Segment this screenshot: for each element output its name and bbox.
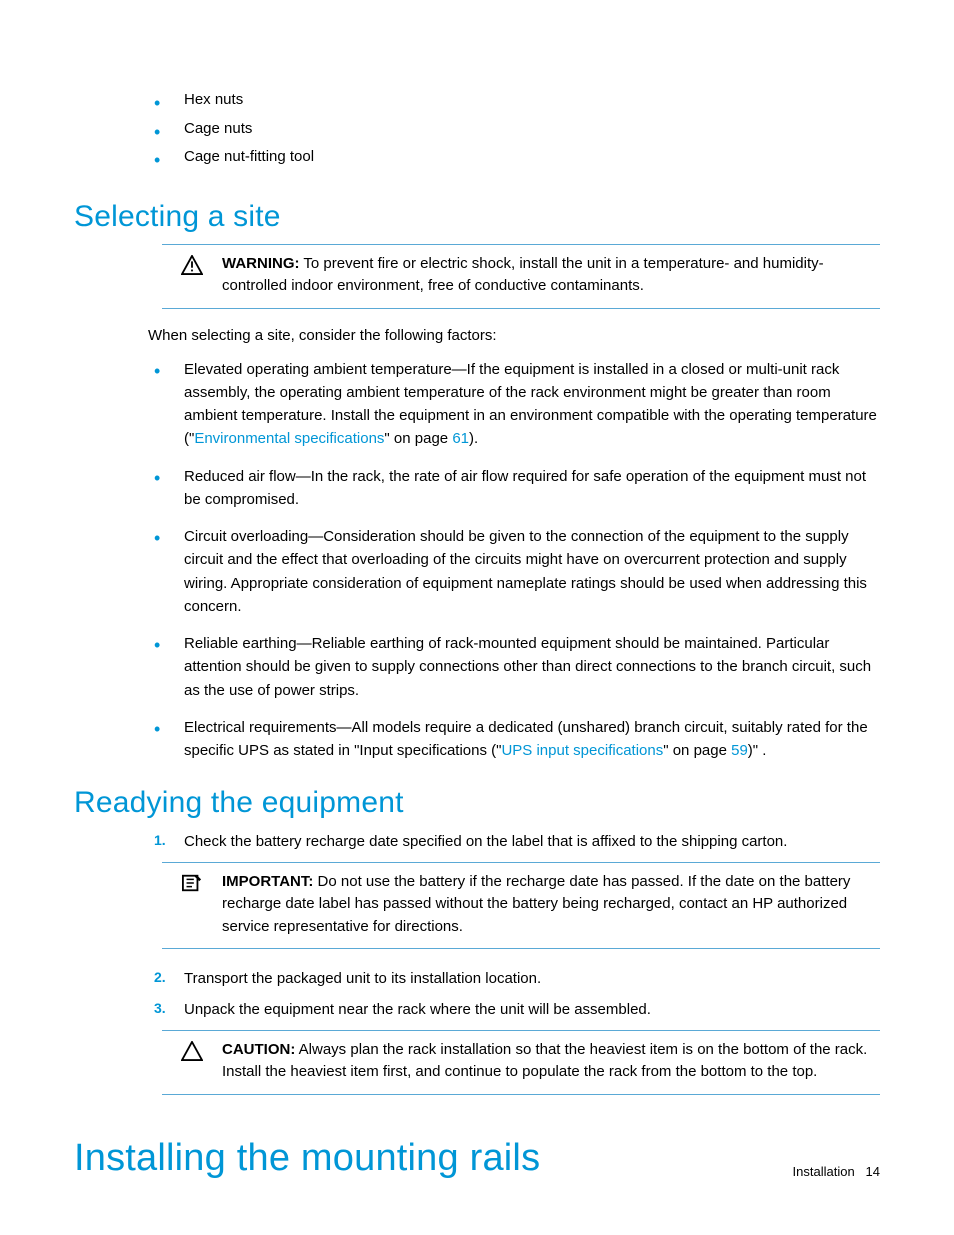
step-text: Transport the packaged unit to its insta… xyxy=(184,970,541,987)
list-item: Reduced air flow—In the rack, the rate o… xyxy=(154,465,880,512)
link-env-specs[interactable]: Environmental specifications xyxy=(194,430,384,447)
link-ups-specs[interactable]: UPS input specifications xyxy=(501,742,663,759)
heading-selecting-site: Selecting a site xyxy=(74,200,880,234)
factor-text: ). xyxy=(469,430,478,447)
factor-text: " on page xyxy=(384,430,452,447)
caution-label: CAUTION: xyxy=(222,1041,295,1058)
important-label: IMPORTANT: xyxy=(222,873,313,890)
warning-body: To prevent fire or electric shock, insta… xyxy=(222,255,824,295)
factor-text: " on page xyxy=(663,742,731,759)
step-number: 2. xyxy=(154,967,166,989)
link-page-61[interactable]: 61 xyxy=(452,430,469,447)
warning-text: WARNING: To prevent fire or electric sho… xyxy=(222,253,880,298)
footer-section: Installation xyxy=(793,1164,855,1179)
heading-installing-rails: Installing the mounting rails xyxy=(74,1137,880,1180)
important-text: IMPORTANT: Do not use the battery if the… xyxy=(222,871,880,939)
factor-text: )" . xyxy=(748,742,767,759)
warning-icon xyxy=(162,253,222,275)
list-item: Cage nuts xyxy=(154,115,880,144)
document-page: Hex nuts Cage nuts Cage nut-fitting tool… xyxy=(0,0,954,1235)
heading-readying-equipment: Readying the equipment xyxy=(74,786,880,820)
page-footer: Installation 14 xyxy=(793,1164,880,1179)
link-page-59[interactable]: 59 xyxy=(731,742,748,759)
list-item: Electrical requirements—All models requi… xyxy=(154,716,880,763)
list-item: 1. Check the battery recharge date speci… xyxy=(154,830,880,853)
factors-intro: When selecting a site, consider the foll… xyxy=(148,327,880,344)
important-body: Do not use the battery if the recharge d… xyxy=(222,873,850,935)
readying-steps: 1. Check the battery recharge date speci… xyxy=(154,830,880,853)
list-item: Elevated operating ambient temperature—I… xyxy=(154,358,880,451)
caution-text: CAUTION: Always plan the rack installati… xyxy=(222,1039,880,1084)
step-number: 3. xyxy=(154,998,166,1020)
factors-list: Elevated operating ambient temperature—I… xyxy=(154,358,880,763)
list-item: Hex nuts xyxy=(154,86,880,115)
list-item: Circuit overloading—Consideration should… xyxy=(154,525,880,618)
caution-body: Always plan the rack installation so tha… xyxy=(222,1041,867,1081)
warning-label: WARNING: xyxy=(222,255,300,272)
list-item: 2. Transport the packaged unit to its in… xyxy=(154,967,880,990)
important-icon xyxy=(162,871,222,893)
list-item: Cage nut-fitting tool xyxy=(154,143,880,172)
step-text: Check the battery recharge date specifie… xyxy=(184,833,787,850)
warning-box: WARNING: To prevent fire or electric sho… xyxy=(162,244,880,309)
intro-bullet-list: Hex nuts Cage nuts Cage nut-fitting tool xyxy=(154,86,880,172)
important-box: IMPORTANT: Do not use the battery if the… xyxy=(162,862,880,950)
step-text: Unpack the equipment near the rack where… xyxy=(184,1001,651,1018)
readying-steps-cont: 2. Transport the packaged unit to its in… xyxy=(154,967,880,1022)
step-number: 1. xyxy=(154,830,166,852)
list-item: Reliable earthing—Reliable earthing of r… xyxy=(154,632,880,702)
footer-page-number: 14 xyxy=(866,1164,880,1179)
list-item: 3. Unpack the equipment near the rack wh… xyxy=(154,998,880,1021)
caution-icon xyxy=(162,1039,222,1061)
caution-box: CAUTION: Always plan the rack installati… xyxy=(162,1030,880,1095)
